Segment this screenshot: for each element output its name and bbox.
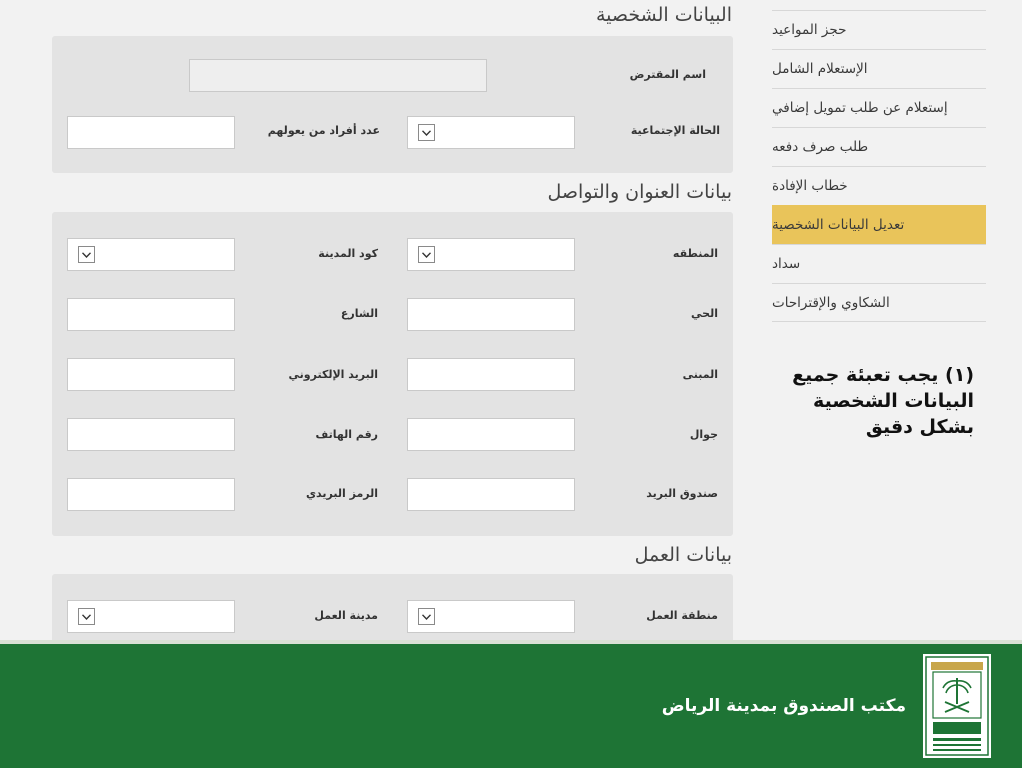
marital-status-select[interactable]: [407, 116, 575, 149]
fund-logo-icon: [921, 652, 993, 760]
po-box-label: صندوق البريد: [646, 487, 718, 500]
chevron-down-icon[interactable]: [418, 246, 435, 263]
footer-banner: مكتب الصندوق بمدينة الرياض: [0, 644, 1022, 768]
building-label: المبنى: [682, 368, 718, 381]
borrower-name-field[interactable]: [189, 59, 487, 92]
building-field[interactable]: [407, 358, 575, 391]
email-field[interactable]: [67, 358, 235, 391]
chevron-down-icon[interactable]: [78, 246, 95, 263]
sidebar-item-statement-letter[interactable]: خطاب الإفادة: [772, 166, 986, 205]
personal-panel: [52, 36, 733, 173]
mobile-label: جوال: [689, 428, 718, 441]
instruction-note: (١) يجب تعبئة جميع البيانات الشخصية بشكل…: [792, 364, 974, 438]
borrower-name-label: اسم المقترض: [629, 68, 706, 81]
postal-code-field[interactable]: [67, 478, 235, 511]
dependents-field[interactable]: [67, 116, 235, 149]
sidebar-item-edit-personal-data[interactable]: تعديل البيانات الشخصية: [772, 205, 986, 244]
region-label: المنطقه: [672, 247, 718, 260]
phone-field[interactable]: [67, 418, 235, 451]
chevron-down-icon[interactable]: [418, 124, 435, 141]
sidebar-item-complaints[interactable]: الشكاوي والإقتراحات: [772, 283, 986, 322]
footer-title: مكتب الصندوق بمدينة الرياض: [661, 696, 906, 716]
sidebar-item-comprehensive-inquiry[interactable]: الإستعلام الشامل: [772, 49, 986, 88]
postal-code-label: الرمز البريدي: [305, 487, 378, 500]
sidebar-item-appointments[interactable]: حجز المواعيد: [772, 10, 986, 49]
section-title-address: بيانات العنوان والتواصل: [547, 181, 732, 203]
street-label: الشارع: [340, 307, 378, 320]
section-title-work: بيانات العمل: [634, 544, 732, 566]
work-region-label: منطقة العمل: [646, 609, 718, 622]
section-title-personal: البيانات الشخصية: [595, 4, 732, 26]
district-field[interactable]: [407, 298, 575, 331]
sidebar-item-additional-financing-inquiry[interactable]: إستعلام عن طلب تمويل إضافي: [772, 88, 986, 127]
city-code-label: كود المدينة: [318, 247, 378, 260]
city-code-select[interactable]: [67, 238, 235, 271]
phone-label: رقم الهاتف: [315, 428, 378, 441]
region-select[interactable]: [407, 238, 575, 271]
district-label: الحي: [691, 307, 718, 320]
work-city-label: مدينة العمل: [314, 609, 378, 622]
sidebar-item-payment[interactable]: سداد: [772, 244, 986, 283]
dependents-label: عدد أفراد من يعولهم: [267, 124, 380, 137]
street-field[interactable]: [67, 298, 235, 331]
work-region-select[interactable]: [407, 600, 575, 633]
work-city-select[interactable]: [67, 600, 235, 633]
chevron-down-icon[interactable]: [78, 608, 95, 625]
sidebar-item-payment-request[interactable]: طلب صرف دفعه: [772, 127, 986, 166]
mobile-field[interactable]: [407, 418, 575, 451]
po-box-field[interactable]: [407, 478, 575, 511]
marital-status-label: الحالة الإجتماعية: [630, 124, 720, 137]
sidebar-nav: حجز المواعيد الإستعلام الشامل إستعلام عن…: [772, 10, 986, 322]
chevron-down-icon[interactable]: [418, 608, 435, 625]
email-label: البريد الإلكتروني: [288, 368, 378, 381]
